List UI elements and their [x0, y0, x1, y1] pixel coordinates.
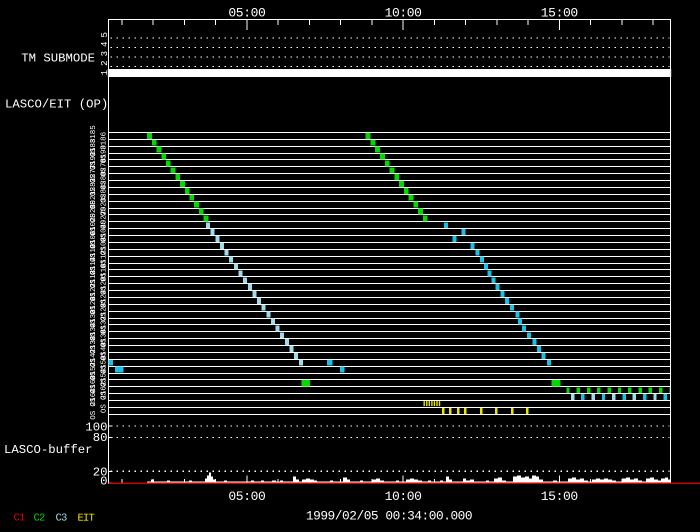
svg-text:15:00: 15:00 — [541, 6, 578, 21]
svg-text:C1: C1 — [13, 512, 25, 524]
svg-text:2: 2 — [100, 60, 110, 65]
svg-text:15:00: 15:00 — [541, 489, 578, 504]
svg-text:OS 2162: OS 2162 — [100, 382, 108, 414]
svg-text:05:00: 05:00 — [228, 489, 265, 504]
svg-text:5: 5 — [100, 32, 110, 37]
svg-text:10:00: 10:00 — [385, 489, 422, 504]
svg-text:C2: C2 — [33, 512, 45, 524]
svg-text:OS 2164: OS 2164 — [90, 388, 98, 420]
svg-text:4: 4 — [100, 42, 110, 47]
svg-text:EIT: EIT — [77, 513, 94, 525]
svg-text:TM SUBMODE: TM SUBMODE — [21, 52, 95, 66]
svg-text:10:00: 10:00 — [385, 6, 422, 21]
svg-text:3: 3 — [100, 51, 110, 56]
svg-text:80: 80 — [93, 431, 108, 445]
svg-text:LASCO-buffer: LASCO-buffer — [4, 443, 93, 457]
svg-text:1: 1 — [100, 70, 110, 75]
svg-text:05:00: 05:00 — [228, 6, 265, 21]
svg-text:0: 0 — [100, 475, 107, 489]
svg-text:1999/02/05 00:34:00.000: 1999/02/05 00:34:00.000 — [306, 509, 472, 524]
svg-text:C3: C3 — [55, 513, 67, 525]
svg-text:LASCO/EIT (OP): LASCO/EIT (OP) — [5, 98, 108, 112]
